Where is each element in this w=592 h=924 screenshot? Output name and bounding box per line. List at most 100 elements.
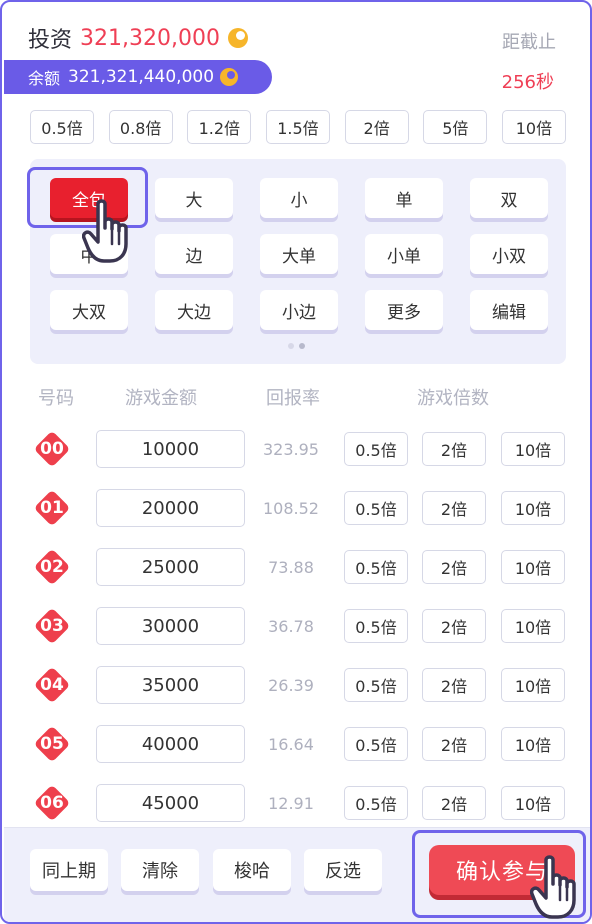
row-multiplier-button[interactable]: 0.5倍	[344, 786, 408, 820]
row-multiplier-button[interactable]: 10倍	[501, 609, 565, 643]
row-multiplier-button[interactable]: 2倍	[422, 432, 486, 466]
number-badge: 03	[33, 607, 71, 645]
multiplier-button[interactable]: 2倍	[344, 110, 409, 144]
row-multiplier-button[interactable]: 10倍	[501, 786, 565, 820]
quick-button-edge[interactable]: 边	[155, 234, 233, 274]
amount-input[interactable]: 40000	[96, 725, 245, 763]
number-badge: 04	[33, 666, 71, 704]
number-label: 00	[40, 439, 64, 459]
coin-icon	[227, 28, 248, 48]
row-multiplier-button[interactable]: 0.5倍	[344, 609, 408, 643]
table-row: 00 10000 323.95 0.5倍 2倍 10倍	[30, 429, 570, 469]
betting-panel: 投资 321,320,000 距截止 余额 321,321,440,000 25…	[0, 0, 592, 924]
number-badge: 01	[33, 489, 71, 527]
amount-input[interactable]: 45000	[96, 784, 245, 822]
multiplier-button[interactable]: 0.8倍	[108, 110, 173, 144]
return-rate: 26.39	[268, 675, 314, 695]
return-rate: 16.64	[268, 734, 314, 754]
countdown-timer: 256秒	[501, 72, 554, 93]
return-rate: 73.88	[268, 557, 314, 577]
multiplier-button[interactable]: 1.5倍	[265, 110, 330, 144]
hand-pointer-icon	[82, 199, 128, 263]
header-rate: 回报率	[266, 388, 320, 409]
table-row: 02 25000 73.88 0.5倍 2倍 10倍	[30, 547, 570, 587]
row-multiplier-button[interactable]: 0.5倍	[344, 727, 408, 761]
same-as-last-button[interactable]: 同上期	[30, 849, 108, 891]
row-multiplier-button[interactable]: 2倍	[422, 668, 486, 702]
row-multiplier-button[interactable]: 0.5倍	[344, 668, 408, 702]
multiplier-button[interactable]: 5倍	[423, 110, 488, 144]
number-label: 06	[40, 793, 64, 813]
quick-button-edit[interactable]: 编辑	[470, 290, 548, 330]
all-in-button[interactable]: 梭哈	[213, 849, 291, 891]
row-multiplier-button[interactable]: 2倍	[422, 491, 486, 525]
amount-input[interactable]: 20000	[96, 489, 245, 527]
quick-button-big-odd[interactable]: 大单	[260, 234, 338, 274]
multiplier-button[interactable]: 0.5倍	[30, 110, 94, 144]
multiplier-row: 0.5倍 0.8倍 1.2倍 1.5倍 2倍 5倍 10倍	[30, 110, 566, 144]
page-dot	[288, 343, 294, 349]
invest-summary: 投资 321,320,000	[28, 22, 248, 54]
amount-input[interactable]: 35000	[96, 666, 245, 704]
amount-input[interactable]: 30000	[96, 607, 245, 645]
table-row: 06 45000 12.91 0.5倍 2倍 10倍	[30, 783, 570, 823]
table-row: 01 20000 108.52 0.5倍 2倍 10倍	[30, 488, 570, 528]
quick-button-small-edge[interactable]: 小边	[260, 290, 338, 330]
row-multiplier-button[interactable]: 10倍	[501, 550, 565, 584]
header-amount: 游戏金额	[125, 388, 197, 409]
number-badge: 00	[33, 430, 71, 468]
coin-icon	[220, 68, 239, 86]
number-label: 04	[40, 675, 64, 695]
amount-input[interactable]: 10000	[96, 430, 245, 468]
amount-input[interactable]: 25000	[96, 548, 245, 586]
row-multiplier-button[interactable]: 10倍	[501, 668, 565, 702]
footer-bar: 同上期 清除 梭哈 反选 确认参与	[4, 827, 590, 922]
number-label: 02	[40, 557, 64, 577]
table-row: 04 35000 26.39 0.5倍 2倍 10倍	[30, 665, 570, 705]
table-row: 03 30000 36.78 0.5倍 2倍 10倍	[30, 606, 570, 646]
deadline-label: 距截止	[502, 32, 556, 53]
invest-amount: 321,320,000	[80, 25, 220, 51]
quick-button-odd[interactable]: 单	[365, 178, 443, 218]
quick-button-big-edge[interactable]: 大边	[155, 290, 233, 330]
number-badge: 06	[33, 784, 71, 822]
number-badge: 05	[33, 725, 71, 763]
page-dot	[299, 343, 305, 349]
quick-button-big-even[interactable]: 大双	[50, 290, 128, 330]
number-label: 03	[40, 616, 64, 636]
return-rate: 108.52	[263, 498, 319, 518]
number-label: 05	[40, 734, 64, 754]
multiplier-button[interactable]: 1.2倍	[187, 110, 252, 144]
row-multiplier-button[interactable]: 2倍	[422, 609, 486, 643]
return-rate: 323.95	[263, 439, 319, 459]
quick-button-big[interactable]: 大	[155, 178, 233, 218]
return-rate: 12.91	[268, 793, 314, 813]
clear-button[interactable]: 清除	[121, 849, 199, 891]
header-number: 号码	[38, 388, 74, 409]
row-multiplier-button[interactable]: 2倍	[422, 727, 486, 761]
row-multiplier-button[interactable]: 2倍	[422, 550, 486, 584]
number-badge: 02	[33, 548, 71, 586]
invert-selection-button[interactable]: 反选	[304, 849, 382, 891]
row-multiplier-button[interactable]: 0.5倍	[344, 491, 408, 525]
page-indicator	[288, 343, 305, 349]
row-multiplier-button[interactable]: 0.5倍	[344, 550, 408, 584]
quick-button-even[interactable]: 双	[470, 178, 548, 218]
balance-amount: 321,321,440,000	[68, 67, 215, 87]
quick-button-small-odd[interactable]: 小单	[365, 234, 443, 274]
row-multiplier-button[interactable]: 0.5倍	[344, 432, 408, 466]
row-multiplier-button[interactable]: 10倍	[501, 727, 565, 761]
row-multiplier-button[interactable]: 10倍	[501, 491, 565, 525]
return-rate: 36.78	[268, 616, 314, 636]
table-row: 05 40000 16.64 0.5倍 2倍 10倍	[30, 724, 570, 764]
multiplier-button[interactable]: 10倍	[501, 110, 566, 144]
quick-button-small-even[interactable]: 小双	[470, 234, 548, 274]
balance-label: 余额	[28, 69, 61, 88]
balance-bar: 余额 321,321,440,000	[4, 60, 272, 94]
quick-button-small[interactable]: 小	[260, 178, 338, 218]
row-multiplier-button[interactable]: 2倍	[422, 786, 486, 820]
quick-button-more[interactable]: 更多	[365, 290, 443, 330]
row-multiplier-button[interactable]: 10倍	[501, 432, 565, 466]
invest-label: 投资	[28, 28, 73, 53]
number-label: 01	[40, 498, 64, 518]
